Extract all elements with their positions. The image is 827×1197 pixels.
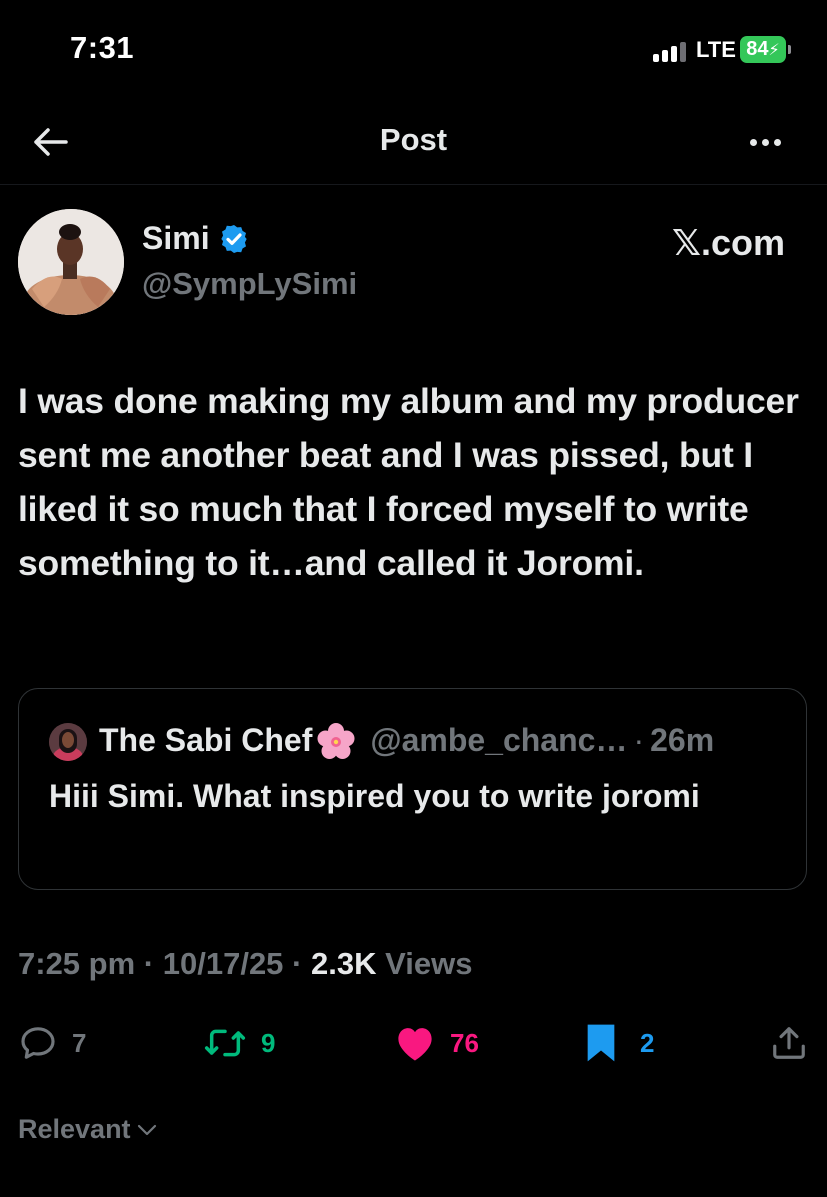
repost-count: 9: [261, 1027, 276, 1058]
page-title: Post: [379, 122, 448, 157]
views-label: Views: [385, 946, 473, 981]
source-label: 𝕏.com: [672, 222, 786, 263]
cherry-blossom-icon: [317, 723, 355, 759]
chevron-down-icon: [137, 1124, 156, 1135]
meta-separator: ·: [143, 946, 155, 981]
repost-icon: [204, 1029, 246, 1057]
quoted-post-text: Hiii Simi. What inspired you to write jo…: [49, 778, 700, 814]
like-button[interactable]: 76: [394, 1015, 479, 1071]
views-count: 2.3K: [311, 946, 377, 981]
sort-label: Relevant: [18, 1114, 131, 1144]
status-time: 7:31: [70, 30, 135, 65]
quoted-author-name: The Sabi Chef: [99, 722, 313, 758]
post-time: 7:25 pm: [18, 946, 136, 981]
more-icon: [747, 133, 783, 151]
bookmark-icon: [587, 1024, 615, 1062]
author-handle[interactable]: @SympLySimi: [142, 266, 357, 302]
repost-button[interactable]: 9: [203, 1015, 275, 1071]
like-count: 76: [450, 1027, 479, 1058]
quoted-post-header: The Sabi Chef @ambe_chanc… · 26m: [99, 722, 714, 762]
share-button[interactable]: [770, 1015, 808, 1071]
reply-button[interactable]: 7: [18, 1015, 86, 1071]
reply-count: 7: [72, 1027, 87, 1058]
network-type: LTE: [696, 37, 736, 62]
reply-sort-dropdown[interactable]: Relevant: [18, 1114, 159, 1145]
more-options-button[interactable]: [740, 124, 790, 160]
post-date: 10/17/25: [162, 946, 284, 981]
reply-icon: [21, 1027, 55, 1059]
battery-icon: 84⚡: [740, 36, 786, 63]
post-text: I was done making my album and my produc…: [18, 381, 799, 583]
quoted-author-avatar: [49, 723, 87, 761]
verified-badge-icon: [220, 224, 247, 253]
post-page: 7:31 LTE 84⚡ Post Simi @SympLySimi 𝕏.com…: [0, 0, 827, 1197]
bookmark-button[interactable]: 2: [584, 1015, 654, 1071]
cellular-signal-icon: [653, 40, 689, 62]
status-bar: 7:31 LTE 84⚡: [0, 0, 827, 100]
quoted-timestamp: 26m: [650, 722, 715, 758]
quoted-post-card[interactable]: The Sabi Chef @ambe_chanc… · 26m Hiii Si…: [18, 688, 807, 890]
bookmark-count: 2: [640, 1027, 655, 1058]
author-display-name[interactable]: Simi: [142, 220, 210, 257]
post-meta: 7:25 pm · 10/17/25 · 2.3K Views: [18, 946, 472, 982]
author-avatar[interactable]: [18, 209, 124, 315]
share-icon: [773, 1027, 805, 1059]
meta-separator: ·: [292, 946, 303, 981]
post-actions-bar: 7 9 76 2: [0, 1015, 827, 1071]
author-name-row[interactable]: Simi: [142, 220, 250, 257]
quoted-separator: ·: [633, 722, 645, 758]
heart-icon: [398, 1028, 432, 1061]
quoted-author-handle: @ambe_chanc…: [370, 722, 628, 758]
top-nav-bar: Post: [0, 100, 827, 185]
battery-tip: [788, 45, 791, 54]
battery-level: 84: [746, 38, 769, 60]
